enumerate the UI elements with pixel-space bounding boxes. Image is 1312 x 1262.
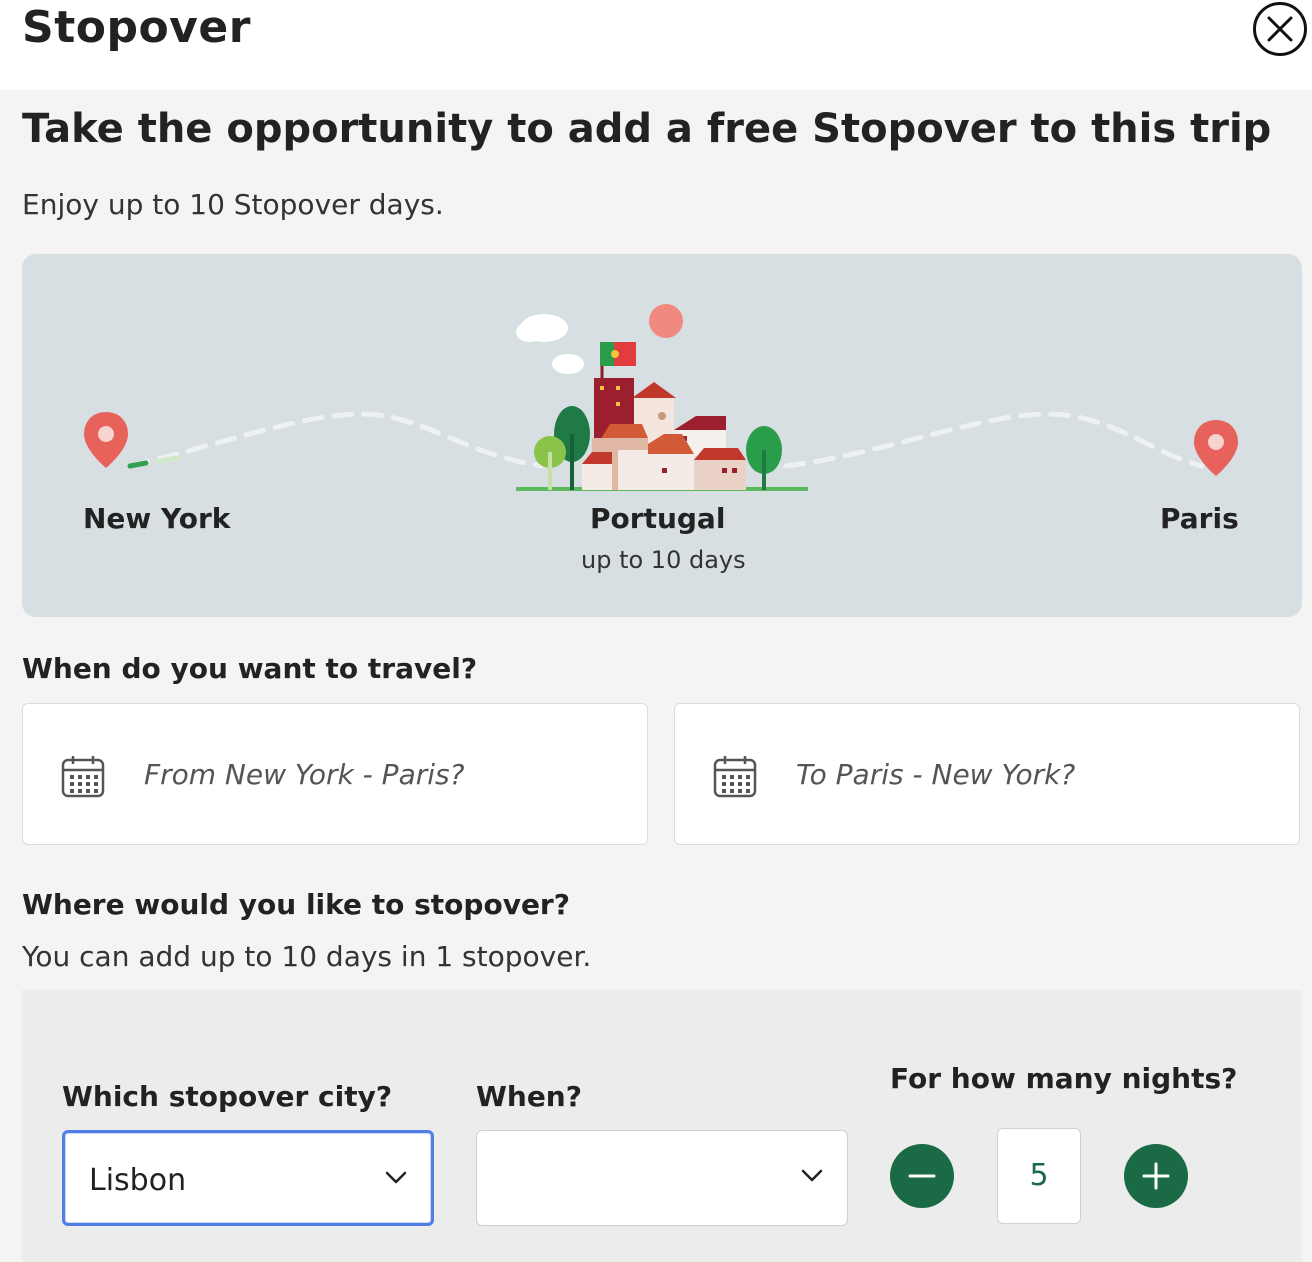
- origin-city: New York: [83, 502, 231, 535]
- chevron-down-icon: [385, 1171, 407, 1184]
- return-date-placeholder: To Paris - New York?: [796, 758, 1076, 791]
- page-subline: Enjoy up to 10 Stopover days.: [22, 188, 444, 221]
- stopover-section-subtitle: You can add up to 10 days in 1 stopover.: [22, 940, 592, 973]
- stopover-section-title: Where would you like to stopover?: [22, 888, 570, 921]
- modal-header: Stopover: [0, 0, 1312, 90]
- increase-nights-button[interactable]: [1124, 1144, 1188, 1208]
- outbound-date-field[interactable]: From New York - Paris?: [22, 703, 648, 845]
- decrease-nights-button[interactable]: [890, 1144, 954, 1208]
- close-button[interactable]: [1253, 2, 1307, 56]
- calendar-icon: [713, 756, 757, 798]
- plus-icon: [1142, 1162, 1170, 1190]
- stopover-country: Portugal: [590, 502, 726, 535]
- page-headline: Take the opportunity to add a free Stopo…: [22, 106, 1272, 152]
- stopover-when-select[interactable]: [476, 1130, 848, 1226]
- location-pin-icon: [84, 412, 128, 468]
- return-date-field[interactable]: To Paris - New York?: [674, 703, 1300, 845]
- route-illustration-card: New York Portugal up to 10 days Paris: [22, 254, 1302, 617]
- destination-city: Paris: [1160, 502, 1239, 535]
- outbound-date-placeholder: From New York - Paris?: [144, 758, 465, 791]
- nights-stepper-value[interactable]: 5: [997, 1128, 1081, 1224]
- travel-section-title: When do you want to travel?: [22, 652, 478, 685]
- stopover-city-value: Lisbon: [89, 1163, 187, 1198]
- stopover-duration: up to 10 days: [581, 546, 746, 574]
- chevron-down-icon: [801, 1169, 823, 1182]
- stopover-city-label: Which stopover city?: [62, 1080, 393, 1113]
- modal-title: Stopover: [22, 2, 251, 53]
- calendar-icon: [61, 756, 105, 798]
- stopover-city-select[interactable]: Lisbon: [62, 1130, 434, 1226]
- stopover-when-label: When?: [476, 1080, 582, 1113]
- minus-icon: [908, 1174, 936, 1178]
- close-icon: [1267, 16, 1293, 42]
- stopover-nights-label: For how many nights?: [890, 1062, 1238, 1095]
